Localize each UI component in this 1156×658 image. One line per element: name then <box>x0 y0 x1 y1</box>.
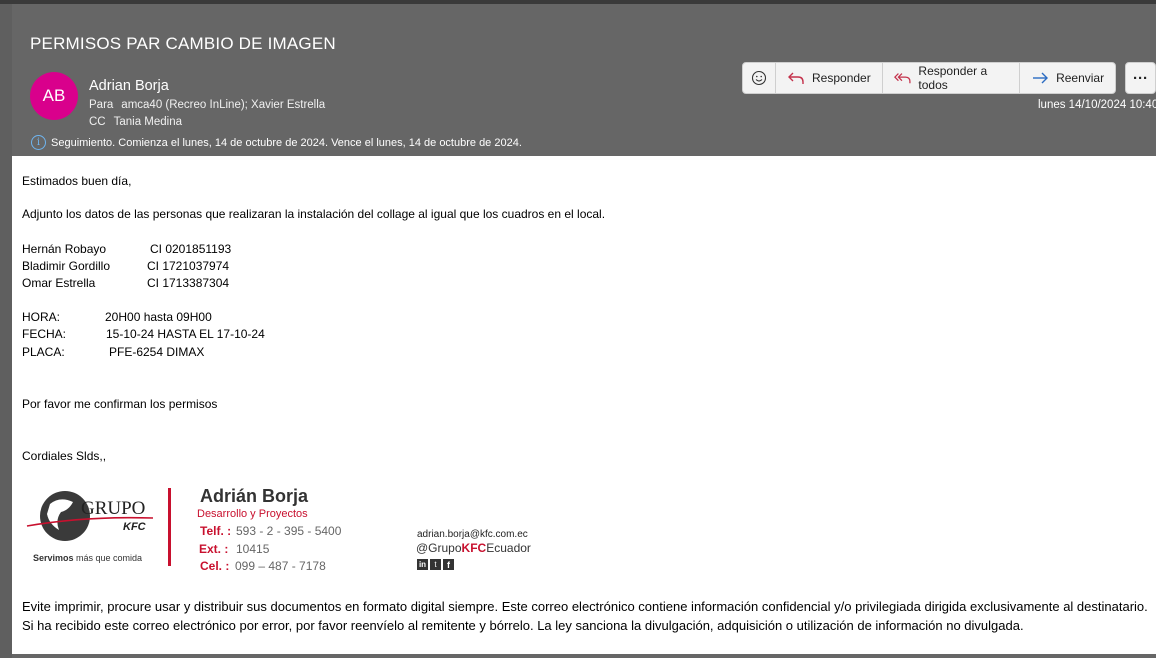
request-text: Por favor me confirman los permisos <box>22 397 218 411</box>
reply-all-button[interactable]: Responder a todos <box>883 63 1021 93</box>
to-recipients[interactable]: amca40 (Recreo InLine); Xavier Estrella <box>121 99 325 111</box>
reply-all-icon <box>893 73 911 84</box>
handle-prefix: @Grupo <box>416 541 462 555</box>
social-icons: in t f <box>417 559 454 570</box>
forward-button[interactable]: Reenviar <box>1020 63 1115 93</box>
email-signature: GRUPO KFC Servimos más que comida Adrián… <box>25 486 565 581</box>
cc-label: CC <box>89 116 106 128</box>
signature-divider <box>168 488 171 566</box>
person-ci: CI 1721037974 <box>147 259 230 273</box>
reply-label: Responder <box>812 71 871 85</box>
reaction-button[interactable] <box>743 63 776 93</box>
logo-grupo: GRUPO <box>81 498 146 519</box>
forward-label: Reenviar <box>1056 71 1105 85</box>
ext-value: 10415 <box>236 542 270 556</box>
more-actions-button[interactable]: ··· <box>1125 62 1156 94</box>
info-icon: i <box>31 135 46 150</box>
smiley-icon <box>751 70 767 86</box>
ext-label: Ext. : <box>199 542 229 556</box>
placa-label: PLACA: <box>22 345 65 359</box>
cc-recipients[interactable]: Tania Medina <box>114 116 182 128</box>
message-body: Estimados buen día, Adjunto los datos de… <box>12 156 1156 654</box>
email-subject: PERMISOS PAR CAMBIO DE IMAGEN <box>30 34 336 53</box>
linkedin-icon[interactable]: in <box>417 559 428 570</box>
signature-role: Desarrollo y Proyectos <box>197 508 308 520</box>
signature-name: Adrián Borja <box>200 486 309 506</box>
person-name: Bladimir Gordillo <box>22 259 111 273</box>
logo-kfc: KFC <box>123 521 146 533</box>
logo-tagline: Servimos más que comida <box>33 553 142 563</box>
placa-value: PFE-6254 DIMAX <box>109 345 205 359</box>
to-line: Para amca40 (Recreo InLine); Xavier Estre… <box>89 99 325 111</box>
person-ci: CI 0201851193 <box>150 242 232 256</box>
hora-value: 20H00 hasta 09H00 <box>105 310 212 324</box>
person-name: Omar Estrella <box>22 276 96 290</box>
received-date: lunes 14/10/2024 10:40 <box>1038 99 1156 111</box>
cc-line: CC Tania Medina <box>89 116 182 128</box>
fecha-value: 15-10-24 HASTA EL 17-10-24 <box>106 327 265 341</box>
handle-suffix: Ecuador <box>486 541 531 555</box>
greeting: Estimados buen día, <box>22 174 132 188</box>
facebook-icon[interactable]: f <box>443 559 454 570</box>
sender-name[interactable]: Adrian Borja <box>89 78 169 94</box>
telf-label: Telf. : <box>200 524 232 538</box>
message-toolbar: Responder Responder a todos Reenviar ··· <box>742 62 1156 94</box>
cel-value: 099 – 487 - 7178 <box>235 559 326 573</box>
disclaimer: Evite imprimir, procure usar y distribui… <box>22 599 1148 633</box>
person-name: Hernán Robayo <box>22 242 107 256</box>
to-label: Para <box>89 99 114 111</box>
cel-label: Cel. : <box>200 559 230 573</box>
forward-icon <box>1033 72 1049 84</box>
reply-button[interactable]: Responder <box>776 63 883 93</box>
action-button-group: Responder Responder a todos Reenviar <box>742 62 1117 94</box>
handle-kfc: KFC <box>461 541 487 555</box>
sender-avatar[interactable]: AB <box>30 72 78 120</box>
followup-text: Seguimiento. Comienza el lunes, 14 de oc… <box>51 136 522 149</box>
signature-handle: @GrupoKFCEcuador <box>416 541 531 555</box>
reply-icon <box>788 72 804 84</box>
intro-paragraph: Adjunto los datos de las personas que re… <box>22 207 606 221</box>
fecha-label: FECHA: <box>22 327 67 341</box>
followup-flag: i Seguimiento. Comienza el lunes, 14 de … <box>31 135 522 150</box>
reply-all-label: Responder a todos <box>918 64 988 92</box>
closing-text: Cordiales Slds,, <box>22 449 107 463</box>
hora-label: HORA: <box>22 310 61 324</box>
person-ci: CI 1713387304 <box>147 276 230 290</box>
tagline-bold: Servimos <box>33 553 74 563</box>
twitter-icon[interactable]: t <box>430 559 441 570</box>
signature-email[interactable]: adrian.borja@kfc.com.ec <box>417 529 528 540</box>
telf-value: 593 - 2 - 395 - 5400 <box>236 524 342 538</box>
tagline-rest: más que comida <box>73 553 143 563</box>
